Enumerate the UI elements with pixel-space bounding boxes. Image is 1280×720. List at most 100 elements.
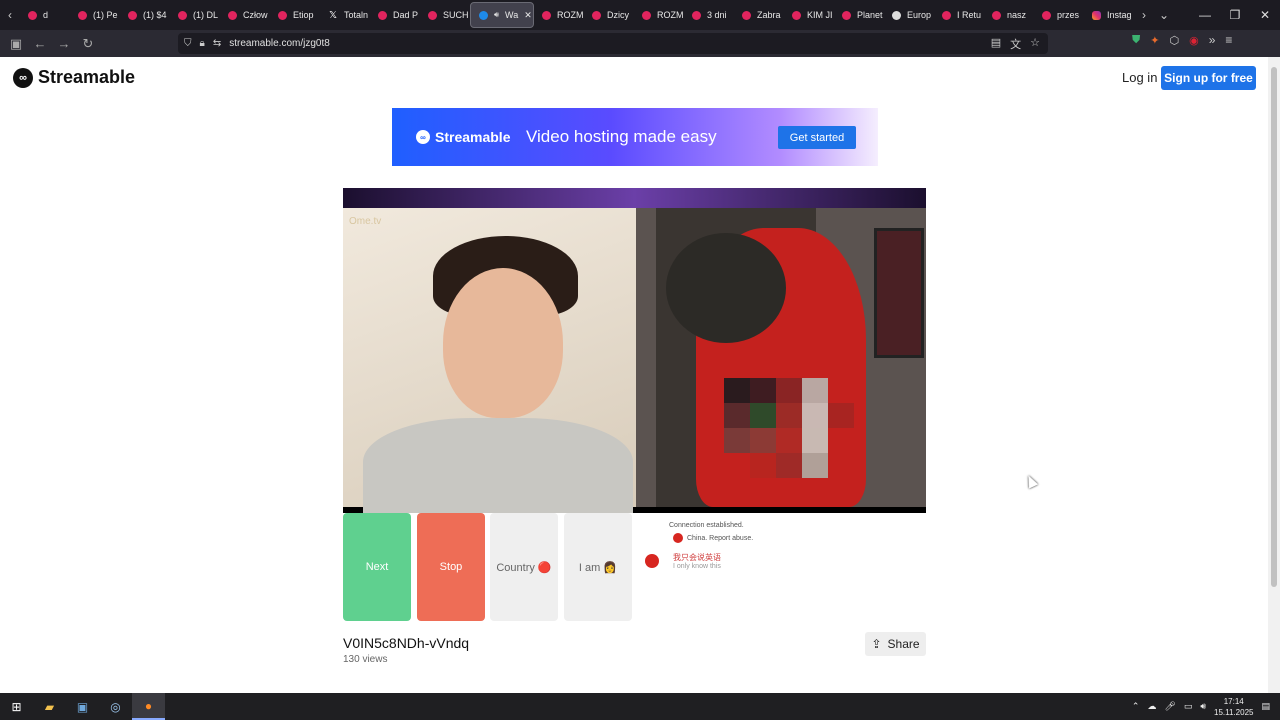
share-button[interactable]: ⇪ Share	[865, 632, 926, 656]
extensions-puzzle-icon[interactable]: ⬡	[1169, 34, 1179, 47]
reload-button[interactable]: ↻	[76, 32, 100, 56]
browser-tab[interactable]: (1) DL	[170, 2, 220, 28]
scrollbar-thumb[interactable]	[1271, 67, 1277, 587]
browser-tab[interactable]: Zabra	[734, 2, 784, 28]
remote-desktop-icon[interactable]: ▣	[66, 693, 99, 720]
chat-controls-panel: Next Stop Country 🔴 I am 👩 Connection es…	[343, 513, 926, 622]
browser-tab[interactable]: 🔊︎ Wa ✕	[470, 2, 534, 28]
video-top-glow	[343, 188, 926, 208]
signup-button[interactable]: Sign up for free	[1161, 66, 1256, 90]
volume-icon[interactable]: 🔊︎	[1200, 701, 1206, 712]
browser-tab[interactable]: Etiop	[270, 2, 320, 28]
person-face	[443, 268, 563, 418]
browser-tab[interactable]: 𝕏 Totaln	[320, 2, 370, 28]
url-text[interactable]: streamable.com/jzg0t8	[229, 38, 330, 49]
youtube-icon	[992, 10, 1001, 20]
minimize-window-button[interactable]: —	[1190, 0, 1220, 30]
browser-tab[interactable]: ROZM	[534, 2, 584, 28]
steam-icon[interactable]: ◎	[99, 693, 132, 720]
ad-banner[interactable]: ∞ Streamable Video hosting made easy Get…	[392, 108, 878, 166]
infinity-icon: ∞	[13, 67, 33, 88]
network-icon[interactable]: ▭	[1184, 701, 1193, 712]
streamable-logo[interactable]: ∞ Streamable	[13, 67, 135, 88]
tab-label: KIM JI	[807, 10, 833, 20]
youtube-icon	[792, 10, 801, 20]
youtube-icon	[428, 10, 437, 20]
firefox-icon[interactable]: ●	[132, 693, 165, 720]
browser-tab[interactable]: (1) Pe	[70, 2, 120, 28]
hamburger-menu-icon[interactable]: ≡	[1225, 33, 1232, 47]
tab-list-button[interactable]: ⌄	[1154, 8, 1174, 22]
infinity-icon: ∞	[416, 130, 430, 144]
browser-tab[interactable]: KIM JI	[784, 2, 834, 28]
tray-overflow-icon[interactable]: ⌃	[1132, 701, 1140, 712]
wall-picture-frame	[874, 228, 924, 358]
get-started-button[interactable]: Get started	[778, 126, 856, 149]
tracking-shield-icon[interactable]: ⛉	[184, 38, 192, 49]
overflow-menu-icon[interactable]: »	[1209, 33, 1216, 47]
tab-label: Totaln	[344, 10, 369, 20]
x-icon: 𝕏	[328, 9, 338, 21]
restore-window-button[interactable]: ❐	[1220, 0, 1250, 30]
tab-label: Wa	[505, 10, 519, 20]
close-window-button[interactable]: ✕	[1250, 0, 1280, 30]
notification-icon[interactable]: ▤	[1261, 701, 1270, 712]
tab-label: ROZM	[657, 10, 684, 20]
youtube-icon	[278, 10, 287, 20]
banner-brand-name: Streamable	[435, 129, 511, 145]
browser-tab[interactable]: I Retu	[934, 2, 984, 28]
tab-label: Planet	[857, 10, 883, 20]
extension-fox-icon[interactable]: ✦	[1150, 34, 1159, 47]
browser-tab[interactable]: Europ	[884, 2, 934, 28]
tab-label: (1) DL	[193, 10, 219, 20]
browser-tab[interactable]: Dad P	[370, 2, 420, 28]
youtube-icon	[28, 10, 37, 20]
lock-icon[interactable]: 🔒︎	[200, 38, 205, 49]
reader-view-icon[interactable]: ▤	[991, 36, 1001, 52]
vpn-shield-icon[interactable]: ⛊	[1132, 34, 1140, 47]
person-shirt	[363, 418, 633, 528]
microphone-icon[interactable]: 🎤︎	[1164, 701, 1175, 712]
youtube-icon	[542, 10, 551, 20]
browser-tab[interactable]: Planet	[834, 2, 884, 28]
video-player[interactable]: Ome.tv Next Stop Country 🔴 I am 👩 Connec…	[343, 188, 926, 622]
system-clock[interactable]: 17:14 15.11.2025	[1214, 696, 1253, 718]
back-button[interactable]: ←	[28, 32, 52, 56]
next-button: Next	[343, 513, 411, 621]
forward-button[interactable]: →	[52, 32, 76, 56]
file-explorer-icon[interactable]: ▰	[33, 693, 66, 720]
browser-tab[interactable]: d	[20, 2, 70, 28]
banner-logo: ∞ Streamable	[416, 129, 510, 145]
page-scrollbar[interactable]	[1268, 57, 1280, 693]
youtube-icon	[78, 10, 87, 20]
china-flag-icon	[673, 533, 683, 543]
bookmark-star-icon[interactable]: ☆	[1030, 36, 1040, 52]
youtube-icon	[128, 10, 137, 20]
browser-tab[interactable]: SUCH	[420, 2, 470, 28]
browser-tab[interactable]: przes	[1034, 2, 1084, 28]
translate-icon[interactable]: 文	[1010, 36, 1021, 52]
sidebar-toggle-icon[interactable]: ▣	[4, 32, 28, 56]
browser-tab[interactable]: (1) $4	[120, 2, 170, 28]
browser-tab[interactable]: 3 dni	[684, 2, 734, 28]
browser-tab-strip: ‹ d (1) Pe (1) $4 (1) DL Człow Etiop 𝕏 Totaln Da…	[0, 0, 1280, 30]
browser-tab[interactable]: Instag	[1084, 2, 1134, 28]
youtube-icon	[592, 10, 601, 20]
tab-scroll-left-button[interactable]: ‹	[0, 8, 20, 22]
browser-tab[interactable]: Człow	[220, 2, 270, 28]
browser-tab[interactable]: nasz	[984, 2, 1034, 28]
close-tab-icon[interactable]: ✕	[524, 10, 532, 21]
clock-time: 17:14	[1223, 696, 1244, 706]
login-link[interactable]: Log in	[1122, 70, 1157, 85]
youtube-icon	[742, 10, 751, 20]
address-bar[interactable]: ⛉ 🔒︎ ⇆ streamable.com/jzg0t8 ▤ 文 ☆	[178, 33, 1048, 54]
browser-tab[interactable]: ROZM	[634, 2, 684, 28]
extension-red-icon[interactable]: ◉	[1189, 34, 1199, 47]
browser-tab[interactable]: Dzicy	[584, 2, 634, 28]
extensions-toolbar: ⛊ ✦ ⬡ ◉ » ≡	[1132, 33, 1232, 47]
right-camera-feed	[636, 208, 926, 507]
speaker-icon[interactable]: 🔊︎	[494, 10, 499, 20]
onedrive-cloud-icon[interactable]: ☁	[1147, 701, 1156, 712]
windows-start-icon[interactable]: ⊞	[0, 693, 33, 720]
tab-scroll-right-button[interactable]: ›	[1134, 8, 1154, 22]
